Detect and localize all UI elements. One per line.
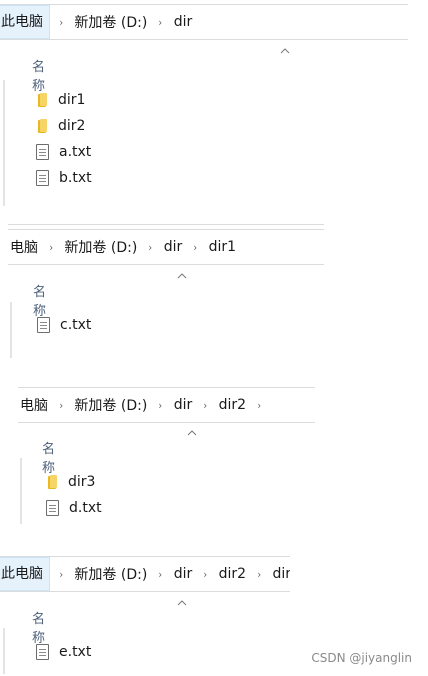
text-file-icon [36,144,49,160]
breadcrumb-dir[interactable]: dir [172,566,195,582]
text-file-icon [46,500,59,516]
sort-up-icon [177,600,187,606]
left-pane-divider [3,80,5,206]
item-label: dir2 [58,118,86,134]
breadcrumb-dir2[interactable]: dir2 [217,566,248,582]
address-bar[interactable]: 此电脑 › 新加卷 (D:) › dir › dir2 › dir3 [0,556,290,592]
chevron-right-icon[interactable]: › [204,399,208,412]
chevron-right-icon[interactable]: › [159,399,163,412]
list-item[interactable]: c.txt [37,314,91,336]
chevron-right-icon[interactable]: › [59,568,63,581]
divider [8,224,324,225]
breadcrumb-dir[interactable]: dir [172,397,195,413]
breadcrumb-drive[interactable]: 新加卷 (D:) [62,237,139,257]
breadcrumb-drive[interactable]: 新加卷 (D:) [72,12,149,32]
sort-up-icon [177,273,187,279]
chevron-right-icon[interactable]: › [258,568,262,581]
text-file-icon [36,170,49,186]
breadcrumb-this-pc[interactable]: 电脑 [8,237,40,257]
breadcrumb-this-pc[interactable]: 此电脑 [0,5,50,39]
list-item[interactable]: dir1 [36,89,85,111]
sort-up-icon [280,48,290,54]
sort-up-icon [187,430,197,436]
breadcrumb-dir[interactable]: dir [172,14,195,30]
chevron-right-icon[interactable]: › [159,16,163,29]
item-label: dir1 [58,92,86,108]
breadcrumb-dir[interactable]: dir [162,239,185,255]
chevron-right-icon[interactable]: › [159,568,163,581]
address-bar[interactable]: 此电脑 › 新加卷 (D:) › dir [0,4,408,40]
list-item[interactable]: b.txt [36,167,92,189]
list-item[interactable]: dir2 [36,115,85,137]
folder-icon [36,92,48,108]
item-label: d.txt [69,500,102,516]
item-label: dir3 [68,474,96,490]
chevron-right-icon[interactable]: › [49,241,53,254]
folder-icon [36,118,48,134]
list-item[interactable]: d.txt [46,497,102,519]
breadcrumb-drive[interactable]: 新加卷 (D:) [72,564,149,584]
breadcrumb-dir1[interactable]: dir1 [207,239,238,255]
breadcrumb-drive[interactable]: 新加卷 (D:) [72,395,149,415]
item-label: a.txt [59,144,92,160]
left-pane-divider [3,628,5,674]
breadcrumb-dir2[interactable]: dir2 [217,397,248,413]
left-pane-divider [10,302,12,358]
item-label: b.txt [59,170,92,186]
list-item[interactable]: a.txt [36,141,91,163]
chevron-right-icon[interactable]: › [59,16,63,29]
item-label: c.txt [60,317,92,333]
address-bar[interactable]: 电脑 › 新加卷 (D:) › dir › dir1 [8,229,324,265]
breadcrumb-label: 此电脑 [1,14,43,30]
chevron-right-icon[interactable]: › [59,399,63,412]
breadcrumb-this-pc[interactable]: 此电脑 [0,557,50,591]
text-file-icon [37,317,50,333]
breadcrumb-dir3[interactable]: dir3 [271,566,291,582]
left-pane-divider [20,458,22,524]
watermark: CSDN @jiyanglin [311,651,412,665]
chevron-right-icon[interactable]: › [204,568,208,581]
breadcrumb-label: 此电脑 [1,566,43,582]
chevron-right-icon[interactable]: › [194,241,198,254]
address-bar[interactable]: 电脑 › 新加卷 (D:) › dir › dir2 › [18,387,315,423]
list-item[interactable]: dir3 [46,471,95,493]
breadcrumb-this-pc[interactable]: 电脑 [18,395,50,415]
text-file-icon [36,644,49,660]
chevron-right-icon[interactable]: › [258,399,262,412]
item-label: e.txt [59,644,92,660]
chevron-right-icon[interactable]: › [149,241,153,254]
list-item[interactable]: e.txt [36,641,91,663]
folder-icon [46,474,58,490]
